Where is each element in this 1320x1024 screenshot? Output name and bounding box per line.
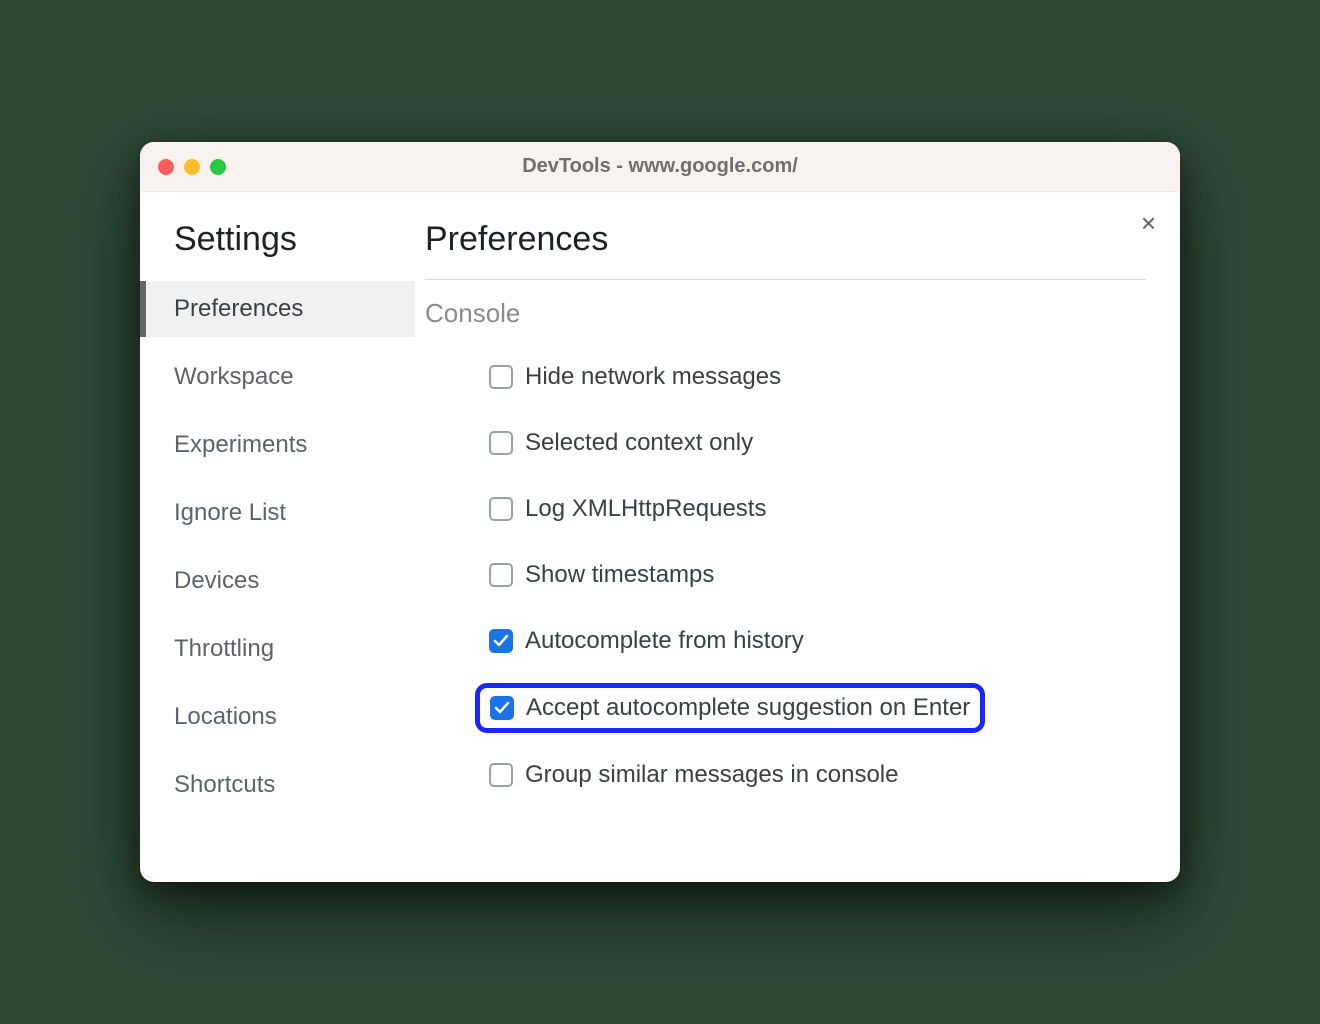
titlebar: DevTools - www.google.com/: [140, 142, 1180, 192]
content-pane: Preferences Console Hide network message…: [415, 192, 1180, 882]
traffic-lights: [158, 159, 226, 175]
window-title: DevTools - www.google.com/: [140, 155, 1180, 178]
sidebar-item-label: Experiments: [174, 431, 307, 458]
sidebar-item-label: Throttling: [174, 635, 274, 662]
sidebar-item-label: Ignore List: [174, 499, 286, 526]
content-heading: Preferences: [425, 220, 1146, 280]
sidebar-item-throttling[interactable]: Throttling: [140, 621, 415, 677]
option-label: Log XMLHttpRequests: [525, 495, 766, 523]
sidebar-item-workspace[interactable]: Workspace: [140, 349, 415, 405]
option-row[interactable]: Hide network messages: [475, 353, 1146, 401]
sidebar: Settings Preferences Workspace Experiments…: [140, 192, 415, 882]
sidebar-item-locations[interactable]: Locations: [140, 689, 415, 745]
option-row[interactable]: Show timestamps: [475, 551, 1146, 599]
checkbox[interactable]: [489, 497, 513, 521]
option-row[interactable]: Group similar messages in console: [475, 751, 1146, 799]
sidebar-item-label: Devices: [174, 567, 259, 594]
sidebar-item-label: Locations: [174, 703, 277, 730]
checkbox[interactable]: [489, 629, 513, 653]
minimize-window-button[interactable]: [184, 159, 200, 175]
option-label: Selected context only: [525, 429, 753, 457]
option-row[interactable]: Log XMLHttpRequests: [475, 485, 1146, 533]
settings-window: DevTools - www.google.com/ × Settings Pr…: [140, 142, 1180, 882]
sidebar-item-label: Shortcuts: [174, 771, 275, 798]
option-row[interactable]: Accept autocomplete suggestion on Enter: [475, 683, 985, 733]
checkbox[interactable]: [489, 431, 513, 455]
close-window-button[interactable]: [158, 159, 174, 175]
sidebar-item-ignore-list[interactable]: Ignore List: [140, 485, 415, 541]
option-label: Group similar messages in console: [525, 761, 899, 789]
sidebar-item-preferences[interactable]: Preferences: [140, 281, 415, 337]
sidebar-item-experiments[interactable]: Experiments: [140, 417, 415, 473]
sidebar-heading: Settings: [140, 220, 415, 281]
section-title: Console: [425, 298, 1146, 329]
checkbox[interactable]: [489, 365, 513, 389]
option-label: Autocomplete from history: [525, 627, 804, 655]
close-icon[interactable]: ×: [1141, 210, 1156, 236]
option-label: Hide network messages: [525, 363, 781, 391]
option-row[interactable]: Autocomplete from history: [475, 617, 1146, 665]
sidebar-item-devices[interactable]: Devices: [140, 553, 415, 609]
option-label: Accept autocomplete suggestion on Enter: [526, 694, 970, 722]
window-body: × Settings Preferences Workspace Experimen…: [140, 192, 1180, 882]
checkbox[interactable]: [489, 563, 513, 587]
sidebar-item-label: Preferences: [174, 295, 303, 322]
sidebar-item-shortcuts[interactable]: Shortcuts: [140, 757, 415, 813]
checkbox[interactable]: [489, 763, 513, 787]
maximize-window-button[interactable]: [210, 159, 226, 175]
option-label: Show timestamps: [525, 561, 714, 589]
checkbox[interactable]: [490, 696, 514, 720]
sidebar-item-label: Workspace: [174, 363, 294, 390]
option-row[interactable]: Selected context only: [475, 419, 1146, 467]
